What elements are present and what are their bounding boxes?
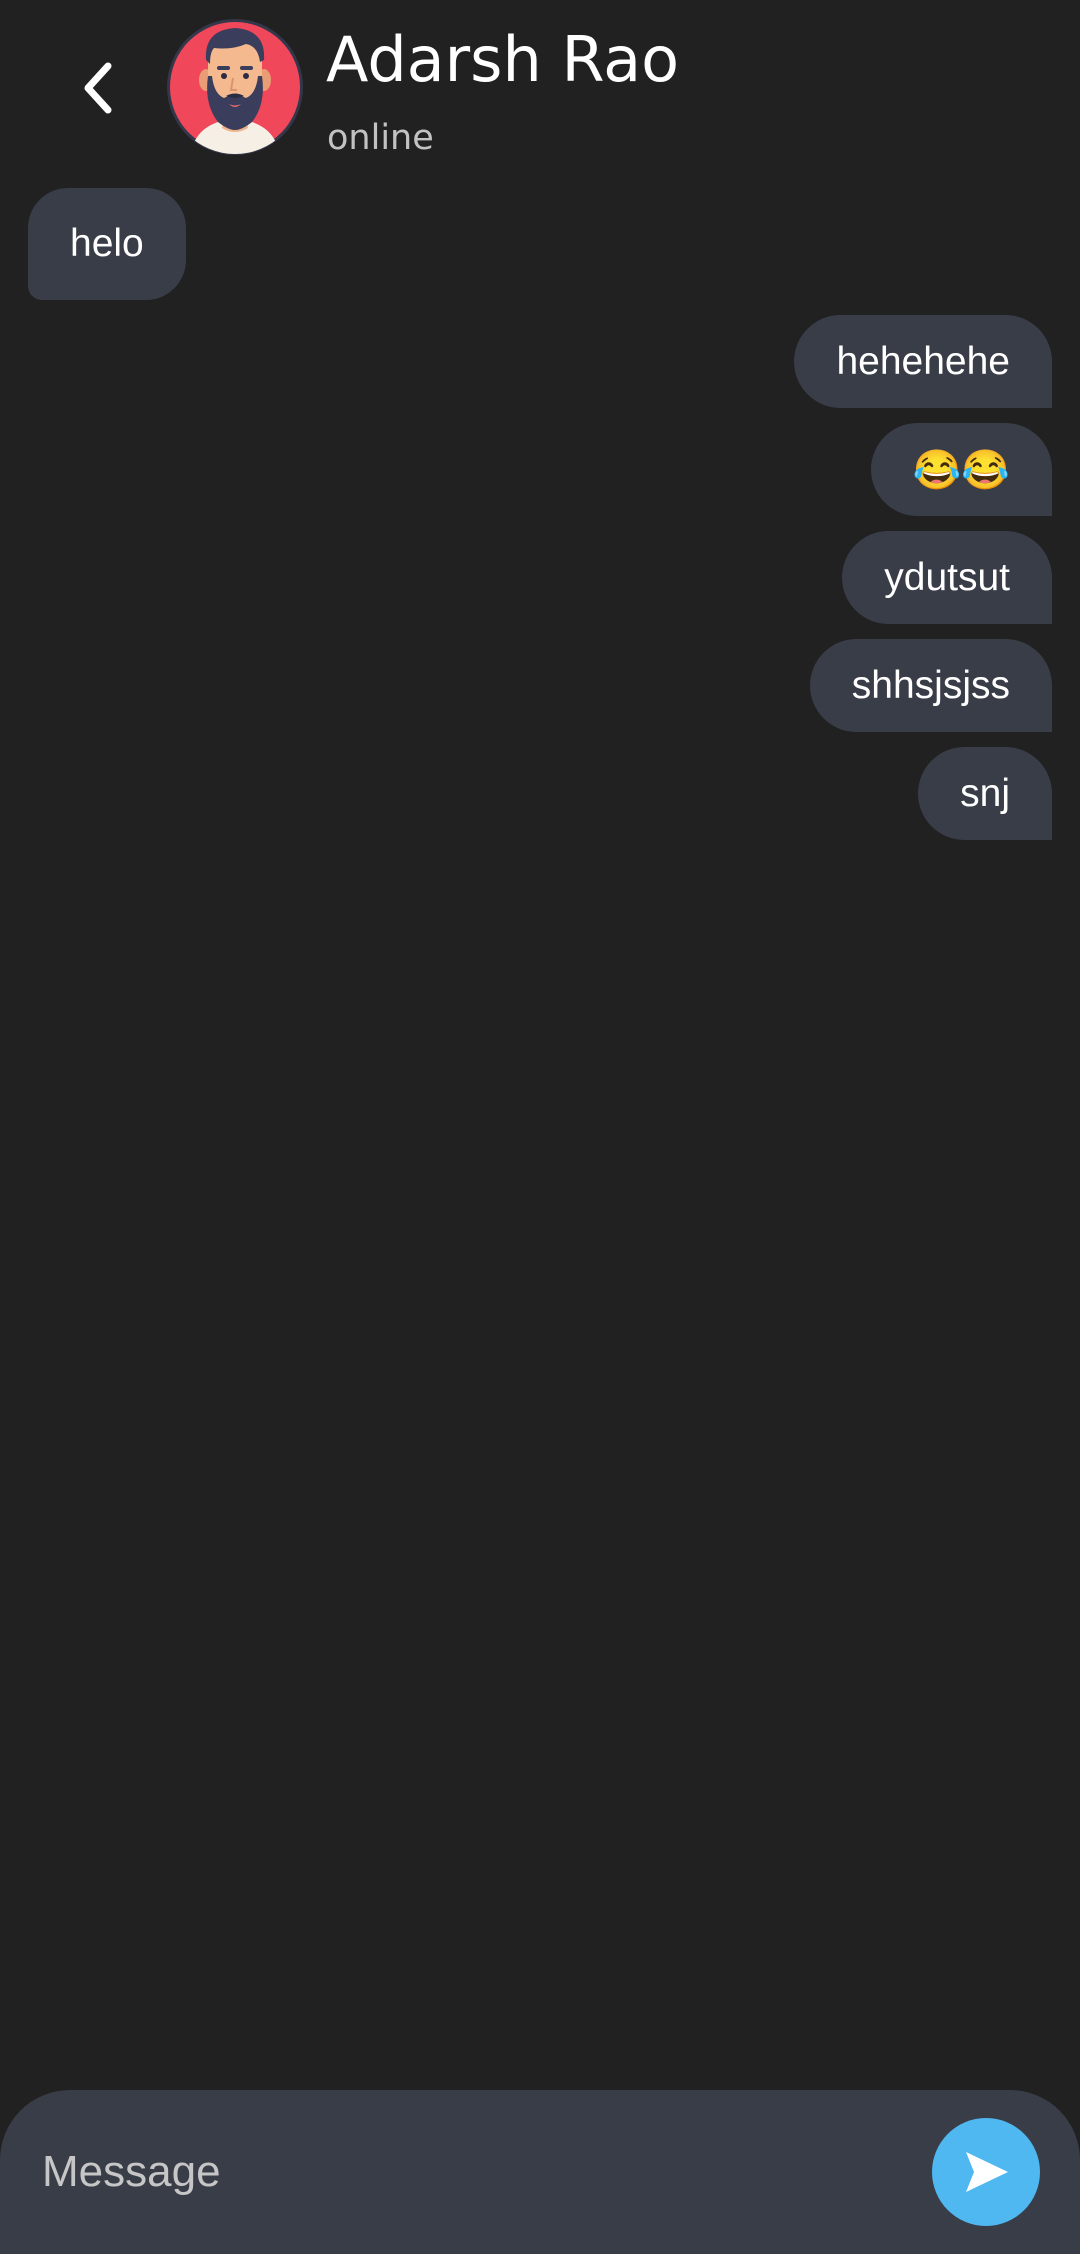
avatar[interactable]	[166, 18, 304, 156]
message-input[interactable]	[0, 2090, 900, 2254]
chat-header: Adarsh Rao online	[0, 0, 1080, 180]
send-icon	[966, 2152, 1008, 2192]
message-bubble-outgoing[interactable]: hehehehe	[794, 315, 1052, 408]
message-bubble-outgoing[interactable]: snj	[918, 747, 1052, 840]
message-bubble-outgoing[interactable]: shhsjsjss	[809, 639, 1052, 732]
contact-status: online	[327, 118, 434, 158]
message-composer	[0, 2090, 1080, 2254]
contact-name[interactable]: Adarsh Rao	[326, 18, 679, 102]
message-text: snj	[960, 771, 1010, 815]
send-button[interactable]	[932, 2118, 1040, 2226]
message-text: shhsjsjss	[851, 663, 1010, 707]
back-button[interactable]	[60, 50, 136, 126]
message-text: 😂😂	[912, 448, 1010, 492]
bearded-man-avatar-icon	[167, 19, 303, 155]
message-text: ydutsut	[884, 555, 1010, 599]
message-text: hehehehe	[836, 339, 1010, 383]
message-text: helo	[70, 222, 144, 265]
message-bubble-incoming[interactable]: helo	[28, 188, 186, 300]
message-bubble-outgoing[interactable]: 😂😂	[870, 423, 1052, 516]
chevron-left-icon	[84, 62, 112, 114]
message-bubble-outgoing[interactable]: ydutsut	[842, 531, 1052, 624]
